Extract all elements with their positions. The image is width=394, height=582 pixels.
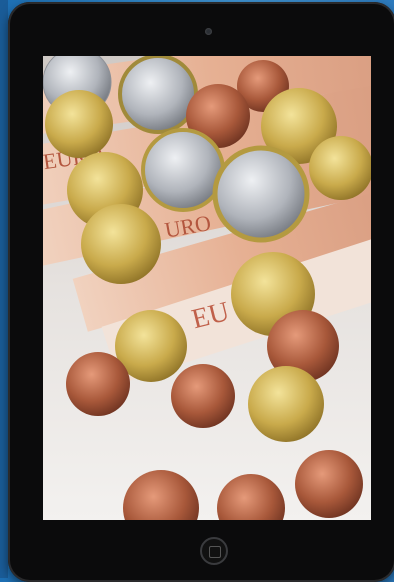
photo-euro-money: EURO URO 50 EU [43,56,371,520]
front-camera-icon [205,28,212,35]
tablet-screen: EURO URO 50 EU [43,56,371,520]
home-button[interactable] [200,537,228,565]
